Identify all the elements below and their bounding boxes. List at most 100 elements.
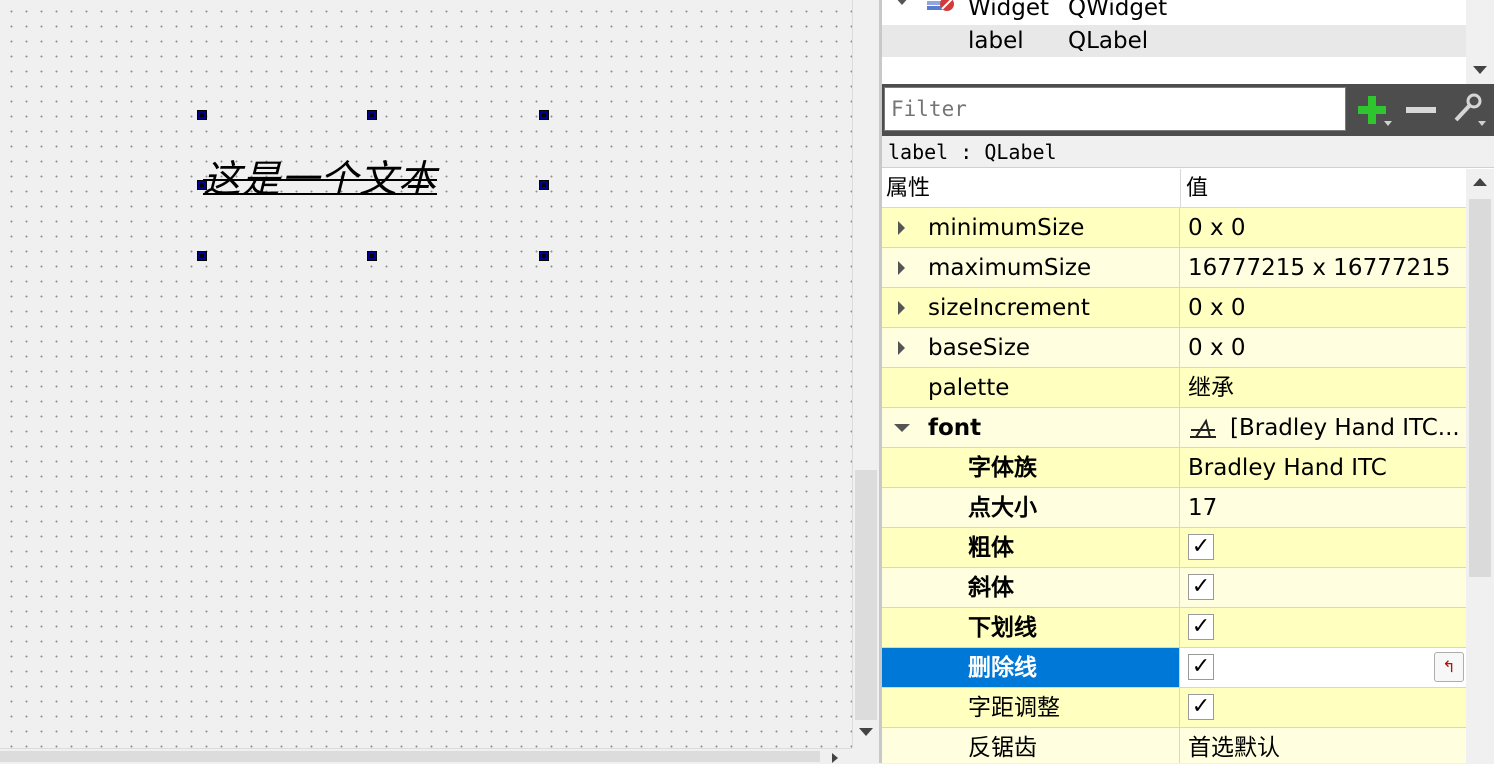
property-name: 点大小 [968, 495, 1037, 521]
strikeout-checkbox[interactable]: ✓ [1188, 654, 1214, 680]
property-value[interactable]: 0 x 0 [1188, 328, 1246, 368]
reset-property-button[interactable]: ↰ [1434, 652, 1464, 682]
expand-arrow-icon[interactable] [898, 261, 905, 275]
resize-handle-top-right[interactable] [539, 110, 549, 120]
object-inspector-tree[interactable]: Widget QWidget label QLabel [882, 0, 1466, 84]
property-name-cell: font [882, 408, 1180, 447]
resize-handle-bottom-left[interactable] [197, 251, 207, 261]
minus-icon [1406, 107, 1436, 113]
property-name-cell: 点大小 [882, 488, 1180, 527]
property-row-bold[interactable]: 粗体 ✓ [882, 528, 1466, 568]
property-value[interactable]: 16777215 x 16777215 [1188, 248, 1450, 288]
expand-arrow-icon[interactable] [898, 221, 905, 235]
scroll-down-arrow-icon[interactable] [1473, 66, 1487, 74]
property-rows: minimumSize 0 x 0 maximumSize 16777215 x… [882, 208, 1466, 763]
dropdown-arrow-icon [1478, 121, 1486, 126]
property-name-cell: palette [882, 368, 1180, 407]
property-row-palette[interactable]: palette 继承 [882, 368, 1466, 408]
property-row-point-size[interactable]: 点大小 17 [882, 488, 1466, 528]
property-name-cell: 字距调整 [882, 688, 1180, 727]
italic-checkbox[interactable]: ✓ [1188, 574, 1214, 600]
property-name-cell: 下划线 [882, 608, 1180, 647]
property-value[interactable]: 0 x 0 [1188, 208, 1246, 248]
property-name-cell: 斜体 [882, 568, 1180, 607]
scroll-down-arrow-icon[interactable] [859, 728, 873, 736]
filter-input[interactable] [884, 87, 1346, 131]
resize-handle-right[interactable] [539, 180, 549, 190]
property-name-cell: 删除线 [882, 648, 1180, 687]
kerning-checkbox[interactable]: ✓ [1188, 694, 1214, 720]
property-name: palette [928, 375, 1010, 401]
remove-property-button[interactable] [1402, 92, 1438, 128]
column-header-property[interactable]: 属性 [886, 169, 1181, 207]
tree-row-widget[interactable]: Widget QWidget [882, 0, 1466, 24]
property-row-italic[interactable]: 斜体 ✓ [882, 568, 1466, 608]
add-property-button[interactable] [1354, 92, 1392, 128]
property-row-baseSize[interactable]: baseSize 0 x 0 [882, 328, 1466, 368]
canvas-vertical-scrollbar[interactable] [852, 0, 880, 748]
resize-handle-bottom-right[interactable] [539, 251, 549, 261]
canvas-horizontal-scrollbar[interactable] [0, 748, 852, 764]
configure-button[interactable] [1448, 92, 1486, 128]
property-name-cell: 粗体 [882, 528, 1180, 567]
property-name: 反锯齿 [968, 735, 1037, 761]
property-row-sizeIncrement[interactable]: sizeIncrement 0 x 0 [882, 288, 1466, 328]
expand-arrow-icon[interactable] [894, 0, 910, 5]
class-name: QLabel [1068, 28, 1149, 54]
property-row-antialiasing[interactable]: 反锯齿 首选默认 [882, 728, 1466, 763]
scrollbar-thumb[interactable] [855, 470, 877, 720]
property-name: sizeIncrement [928, 295, 1090, 321]
object-tree-scrollbar[interactable] [1466, 0, 1494, 84]
form-canvas[interactable]: 这是一个文本 [0, 0, 852, 748]
property-row-kerning[interactable]: 字距调整 ✓ [882, 688, 1466, 728]
property-row-underline[interactable]: 下划线 ✓ [882, 608, 1466, 648]
property-name: 删除线 [968, 655, 1037, 681]
object-name: Widget [968, 0, 1049, 21]
scrollbar-thumb[interactable] [1469, 199, 1491, 577]
property-name-cell: sizeIncrement [882, 288, 1180, 327]
bold-checkbox[interactable]: ✓ [1188, 534, 1214, 560]
property-name: 斜体 [968, 575, 1014, 601]
scrollbar-thumb[interactable] [0, 751, 820, 762]
property-row-font-family[interactable]: 字体族 Bradley Hand ITC [882, 448, 1466, 488]
tree-row-label[interactable]: label QLabel [882, 25, 1466, 57]
resize-handle-bottom[interactable] [367, 251, 377, 261]
property-name-cell: 反锯齿 [882, 728, 1180, 763]
property-row-font[interactable]: font [Bradley Hand ITC... [882, 408, 1466, 448]
property-name-cell: 字体族 [882, 448, 1180, 487]
dropdown-arrow-icon [1384, 121, 1392, 126]
property-row-strikeout[interactable]: 删除线 ✓ ↰ [882, 648, 1466, 688]
scroll-up-arrow-icon[interactable] [1473, 178, 1487, 186]
reset-arrow-icon: ↰ [1442, 657, 1456, 676]
property-table-header: 属性 值 [882, 169, 1466, 208]
property-name-cell: minimumSize [882, 208, 1180, 247]
selected-label-widget[interactable]: 这是一个文本 [203, 156, 437, 202]
property-row-maximumSize[interactable]: maximumSize 16777215 x 16777215 [882, 248, 1466, 288]
property-row-minimumSize[interactable]: minimumSize 0 x 0 [882, 208, 1466, 248]
object-name: label [968, 28, 1024, 54]
property-value[interactable]: Bradley Hand ITC [1188, 448, 1387, 488]
property-name: baseSize [928, 335, 1031, 361]
object-class-label: label : QLabel [882, 136, 1494, 168]
class-name: QWidget [1068, 0, 1168, 21]
property-value[interactable]: 继承 [1188, 368, 1234, 408]
property-name: minimumSize [928, 215, 1085, 241]
property-editor-scrollbar[interactable] [1466, 169, 1494, 763]
font-summary: [Bradley Hand ITC... [1230, 415, 1460, 441]
scroll-right-arrow-icon[interactable] [832, 753, 838, 763]
expand-arrow-icon[interactable] [898, 341, 905, 355]
column-header-value[interactable]: 值 [1186, 169, 1208, 209]
property-name: 字体族 [968, 455, 1037, 481]
property-name: font [928, 415, 982, 441]
underline-checkbox[interactable]: ✓ [1188, 614, 1214, 640]
property-value[interactable]: 0 x 0 [1188, 288, 1246, 328]
resize-handle-top[interactable] [367, 110, 377, 120]
property-name-cell: maximumSize [882, 248, 1180, 287]
collapse-arrow-icon[interactable] [894, 424, 910, 432]
property-value[interactable]: 首选默认 [1188, 728, 1280, 763]
resize-handle-top-left[interactable] [197, 110, 207, 120]
expand-arrow-icon[interactable] [898, 301, 905, 315]
property-value[interactable]: 17 [1188, 488, 1217, 528]
property-value-font[interactable]: [Bradley Hand ITC... [1188, 408, 1460, 448]
right-panel: Widget QWidget label QLabel label : QLab… [882, 0, 1494, 763]
